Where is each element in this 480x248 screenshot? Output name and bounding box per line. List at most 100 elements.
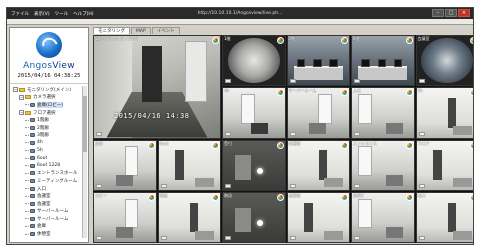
tree-item[interactable]: 6out 1228 xyxy=(13,162,85,170)
camera-tile-main[interactable]: エントランス (1 / 20 f) 2015/04/16 14:38 xyxy=(93,35,221,139)
tree-item[interactable]: 倉庫 xyxy=(13,223,85,231)
tree-item[interactable]: サーバールーム xyxy=(13,215,85,223)
bookmark-icon[interactable] xyxy=(354,183,360,188)
status-icon[interactable] xyxy=(341,141,348,149)
status-icon[interactable] xyxy=(212,141,219,149)
tree-item[interactable]: 入口 xyxy=(13,185,85,193)
tree-item[interactable]: − フロア選択 xyxy=(13,109,85,117)
tree-item[interactable]: 会議室 xyxy=(13,200,85,208)
status-icon[interactable] xyxy=(147,141,155,149)
tree-scrollbar[interactable] xyxy=(82,86,87,238)
expand-toggle-icon[interactable]: − xyxy=(19,110,24,116)
expand-toggle-icon[interactable]: − xyxy=(19,94,24,100)
scene-door xyxy=(124,198,139,229)
camera-tile[interactable]: 倉庫2 xyxy=(351,191,415,243)
bookmark-icon[interactable] xyxy=(418,131,425,136)
status-icon[interactable] xyxy=(405,141,413,149)
tree-item-label: フロア選択 xyxy=(33,110,56,116)
bookmark-icon[interactable] xyxy=(354,131,360,136)
tree-line xyxy=(25,188,29,190)
camera-tile[interactable]: 1階 xyxy=(222,35,286,87)
tree-item[interactable]: − モニタリング(メイン) xyxy=(13,86,85,94)
bookmark-icon[interactable] xyxy=(225,236,231,240)
camera-tile[interactable]: 2階 xyxy=(286,35,350,87)
status-icon[interactable] xyxy=(470,89,473,97)
camera-tile[interactable]: サーバールーム xyxy=(286,87,350,139)
bookmark-icon[interactable] xyxy=(418,79,425,84)
tree-item[interactable]: 会議室 xyxy=(13,192,85,200)
camera-tile[interactable]: 3階 xyxy=(351,35,415,87)
status-icon[interactable] xyxy=(276,141,284,149)
status-icon[interactable] xyxy=(405,89,413,97)
bookmark-icon[interactable] xyxy=(225,131,231,136)
bookmark-icon[interactable] xyxy=(289,131,296,136)
camera-tile[interactable]: 休憩室 xyxy=(286,139,350,191)
tree-item[interactable]: 3階廊 xyxy=(13,132,85,140)
tab-event[interactable]: イベント xyxy=(151,27,180,34)
scene-object xyxy=(385,174,404,186)
camera-tile[interactable]: 入口 xyxy=(351,87,415,139)
bookmark-icon[interactable] xyxy=(289,183,296,188)
bookmark-icon[interactable] xyxy=(289,236,296,240)
status-icon[interactable] xyxy=(405,37,413,44)
camera-tile[interactable]: 会議室 xyxy=(415,35,473,87)
status-icon[interactable] xyxy=(276,89,284,97)
camera-tile[interactable]: 受付 xyxy=(222,139,286,191)
camera-label: 1階 xyxy=(224,36,231,41)
expand-toggle-icon[interactable]: − xyxy=(13,87,18,93)
close-button[interactable]: × xyxy=(458,9,470,17)
camera-tile[interactable]: 5h xyxy=(415,87,473,139)
camera-tile[interactable]: エントランス xyxy=(351,139,415,191)
status-icon[interactable] xyxy=(341,37,348,44)
status-icon[interactable] xyxy=(276,37,284,44)
status-icon[interactable] xyxy=(212,193,219,201)
camera-tile[interactable]: 出口 xyxy=(415,191,473,243)
tree-item[interactable]: 倉庫(ロビー) xyxy=(13,101,85,109)
tree-item[interactable]: サーバールーム xyxy=(13,208,85,216)
tree-item[interactable]: 5h xyxy=(13,147,85,155)
tree-item-label: 2階廊 xyxy=(37,125,49,131)
bookmark-icon[interactable] xyxy=(96,236,102,240)
tab-map[interactable]: MAP xyxy=(131,27,151,34)
status-icon[interactable] xyxy=(470,37,473,44)
tree-item[interactable]: 4h xyxy=(13,139,85,147)
status-icon[interactable] xyxy=(147,193,155,201)
tree-item[interactable]: 休憩室 xyxy=(13,230,85,238)
status-icon[interactable] xyxy=(276,193,284,201)
camera-tile[interactable]: 倉庫 xyxy=(93,139,157,191)
status-icon[interactable] xyxy=(405,193,413,201)
bookmark-icon[interactable] xyxy=(160,236,167,240)
tree-item[interactable]: 1階廊 xyxy=(13,116,85,124)
tab-monitoring[interactable]: モニタリング xyxy=(93,27,130,34)
tree-item[interactable]: 2階廊 xyxy=(13,124,85,132)
camera-tile[interactable]: 通路 xyxy=(157,191,221,243)
minimize-button[interactable]: – xyxy=(432,9,444,17)
status-icon[interactable] xyxy=(341,89,348,97)
camera-tile[interactable]: 4h xyxy=(222,87,286,139)
bookmark-icon[interactable] xyxy=(354,236,360,240)
camera-tile[interactable]: 階段 xyxy=(222,191,286,243)
camera-tile[interactable]: 6out xyxy=(157,139,221,191)
scrollbar-thumb[interactable] xyxy=(83,96,87,152)
camera-tile[interactable]: ロビー xyxy=(93,191,157,243)
bookmark-icon[interactable] xyxy=(96,131,102,136)
camera-tile[interactable]: 会議室 xyxy=(286,191,350,243)
bookmark-icon[interactable] xyxy=(289,79,296,84)
bookmark-icon[interactable] xyxy=(418,183,425,188)
maximize-button[interactable]: □ xyxy=(445,9,457,17)
status-icon[interactable] xyxy=(212,37,219,44)
status-icon[interactable] xyxy=(470,193,473,201)
bookmark-icon[interactable] xyxy=(418,236,425,240)
tree-item[interactable]: ミーティングルーム xyxy=(13,177,85,185)
camera-tile[interactable]: フロア xyxy=(415,139,473,191)
tree-item[interactable]: 6out xyxy=(13,154,85,162)
status-icon[interactable] xyxy=(341,193,348,201)
bookmark-icon[interactable] xyxy=(225,183,231,188)
bookmark-icon[interactable] xyxy=(225,79,231,84)
bookmark-icon[interactable] xyxy=(96,183,102,188)
bookmark-icon[interactable] xyxy=(354,79,360,84)
tree-item[interactable]: − カメラ選択 xyxy=(13,94,85,102)
status-icon[interactable] xyxy=(470,141,473,149)
bookmark-icon[interactable] xyxy=(160,183,167,188)
tree-item[interactable]: エントランスホール xyxy=(13,170,85,178)
